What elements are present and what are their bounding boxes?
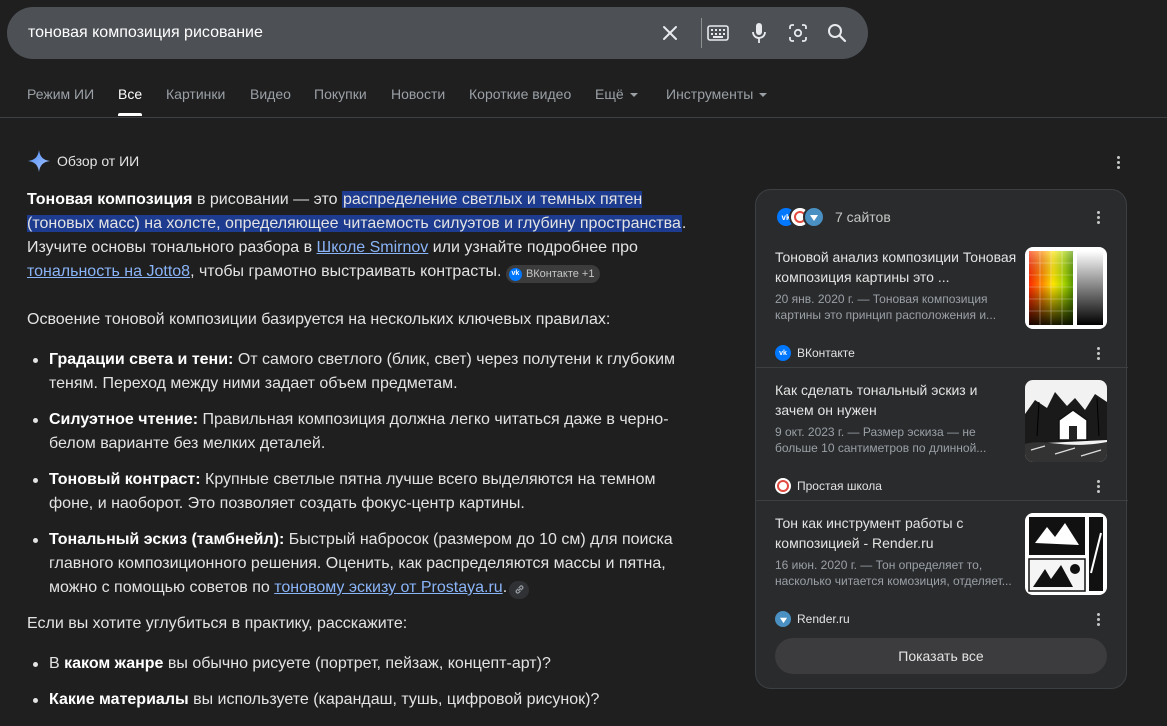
tab-all[interactable]: Все — [118, 86, 142, 102]
list-item: Силуэтное чтение: Правильная композиция … — [27, 408, 687, 456]
search-icon[interactable] — [824, 20, 850, 46]
source-divider — [756, 367, 1128, 368]
ai-overview-body: Тоновая композиция в рисовании — это рас… — [27, 188, 687, 724]
link-prostaya-sketch[interactable]: тоновому эскизу от Prostaya.ru — [274, 579, 502, 596]
microphone-icon[interactable] — [746, 20, 772, 46]
source-title[interactable]: Тон как инструмент работы с композицией … — [775, 513, 1019, 553]
rule-tail: . — [502, 579, 508, 596]
source-site[interactable]: Render.ru — [775, 611, 850, 627]
source-snippet: 9 окт. 2023 г. — Размер эскиза — не боль… — [775, 425, 987, 455]
vk-icon: vk — [508, 267, 522, 281]
sites-count: 7 сайтов — [835, 209, 891, 225]
link-jotto8[interactable]: тональность на Jotto8 — [27, 263, 190, 280]
source-title[interactable]: Тоновой анализ композиции Тоновая композ… — [775, 247, 1019, 287]
ai-overview-more-icon[interactable] — [1108, 152, 1128, 172]
source-snippet: 16 июн. 2020 г. — Тон определяет то, нас… — [775, 558, 1012, 588]
source-card-render[interactable]: Тон как инструмент работы с композицией … — [775, 513, 1107, 646]
tab-more[interactable]: Ещё — [595, 86, 638, 102]
tab-ai-mode[interactable]: Режим ИИ — [27, 86, 94, 102]
chevron-down-icon — [759, 93, 768, 98]
source-title[interactable]: Как сделать тональный эскиз и зачем он н… — [775, 380, 1019, 420]
summary-lead: Тоновая композиция — [27, 191, 193, 208]
source-chip[interactable]: vk ВКонтакте +1 — [505, 265, 601, 283]
source-thumbnail-sketch[interactable] — [1025, 380, 1107, 462]
source-more-icon[interactable] — [1088, 609, 1108, 629]
summary-text-3: или узнайте подробнее про — [428, 239, 638, 256]
list-item: Градации света и тени: От самого светлог… — [27, 348, 687, 396]
tab-tools[interactable]: Инструменты — [666, 86, 768, 102]
source-more-icon[interactable] — [1088, 476, 1108, 496]
chevron-down-icon — [629, 93, 638, 98]
source-card-vk[interactable]: Тоновой анализ композиции Тоновая композ… — [775, 247, 1107, 380]
list-item: В каком жанре вы обычно рисуете (портрет… — [27, 652, 687, 676]
question-pre: В — [49, 655, 65, 672]
source-more-icon[interactable] — [1088, 343, 1108, 363]
link-school-smirnov[interactable]: Школе Smirnov — [317, 239, 429, 256]
ai-overview-title: Обзор от ИИ — [57, 153, 140, 169]
follow-up-list: В каком жанре вы обычно рисуете (портрет… — [27, 652, 687, 712]
tab-tools-label: Инструменты — [666, 86, 754, 102]
render-ru-icon — [803, 206, 825, 228]
link-icon[interactable] — [509, 580, 530, 599]
list-item: Какие материалы вы используете (карандаш… — [27, 688, 687, 712]
source-snippet: 20 янв. 2020 г. — Тоновая композиция кар… — [775, 292, 997, 322]
vk-icon: vk — [775, 345, 791, 361]
tab-short-videos[interactable]: Короткие видео — [469, 86, 571, 102]
rules-intro: Освоение тоновой композиции базируется н… — [27, 311, 611, 328]
rule-title: Градации света и тени: — [49, 351, 234, 368]
source-thumbnail-tone-scale[interactable] — [1025, 247, 1107, 329]
rule-title: Силуэтное чтение: — [49, 411, 199, 428]
list-item: Тональный эскиз (тамбнейл): Быстрый набр… — [27, 528, 687, 600]
rule-title: Тональный эскиз (тамбнейл): — [49, 531, 285, 548]
rule-title: Тоновый контраст: — [49, 471, 201, 488]
source-site-name: Простая школа — [797, 479, 882, 493]
source-site[interactable]: Простая школа — [775, 478, 882, 494]
follow-up-intro: Если вы хотите углубиться в практику, ра… — [27, 615, 408, 632]
tabs-divider — [0, 117, 1167, 118]
show-all-button[interactable]: Показать все — [775, 638, 1107, 674]
rules-list: Градации света и тени: От самого светлог… — [27, 348, 687, 600]
question-bold: Какие материалы — [49, 691, 189, 708]
source-site[interactable]: vk ВКонтакте — [775, 345, 855, 361]
summary-text-1: в рисовании — это — [192, 191, 342, 208]
prostaya-shkola-icon — [775, 478, 791, 494]
ai-overview-header: Обзор от ИИ — [27, 149, 139, 173]
tab-videos[interactable]: Видео — [250, 86, 291, 102]
source-divider — [756, 500, 1128, 501]
source-site-name: ВКонтакте — [797, 346, 855, 360]
ai-summary-paragraph: Тоновая композиция в рисовании — это рас… — [27, 188, 687, 308]
tab-shopping[interactable]: Покупки — [314, 86, 367, 102]
gemini-sparkle-icon — [28, 150, 50, 172]
sources-more-icon[interactable] — [1088, 207, 1108, 227]
tab-images[interactable]: Картинки — [166, 86, 225, 102]
sources-panel: vk 7 сайтов Тоновой анализ композиции То… — [755, 189, 1128, 689]
render-ru-icon — [775, 611, 791, 627]
search-bar[interactable]: тоновая композиция рисование — [7, 7, 868, 59]
list-item: Тоновый контраст: Крупные светлые пятна … — [27, 468, 687, 516]
source-chip-label: ВКонтакте +1 — [525, 268, 595, 280]
search-separator — [701, 18, 702, 48]
source-card-prostaya[interactable]: Как сделать тональный эскиз и зачем он н… — [775, 380, 1107, 513]
active-tab-indicator — [118, 113, 142, 116]
source-site-name: Render.ru — [797, 612, 850, 626]
source-thumbnail-comic[interactable] — [1025, 513, 1107, 595]
search-input[interactable]: тоновая композиция рисование — [28, 7, 263, 59]
question-bold: каком жанре — [64, 655, 164, 672]
question-text: вы обычно рисуете (портрет, пейзаж, конц… — [163, 655, 551, 672]
lens-camera-icon[interactable] — [785, 20, 811, 46]
site-favicons: vk — [775, 206, 831, 228]
tab-more-label: Ещё — [595, 86, 624, 102]
clear-icon[interactable] — [657, 20, 683, 46]
keyboard-icon[interactable] — [705, 20, 731, 46]
question-text: вы используете (карандаш, тушь, цифровой… — [188, 691, 600, 708]
sources-header[interactable]: vk 7 сайтов — [775, 206, 891, 228]
tab-news[interactable]: Новости — [391, 86, 445, 102]
summary-text-4: , чтобы грамотно выстраивать контрасты. — [190, 263, 502, 280]
